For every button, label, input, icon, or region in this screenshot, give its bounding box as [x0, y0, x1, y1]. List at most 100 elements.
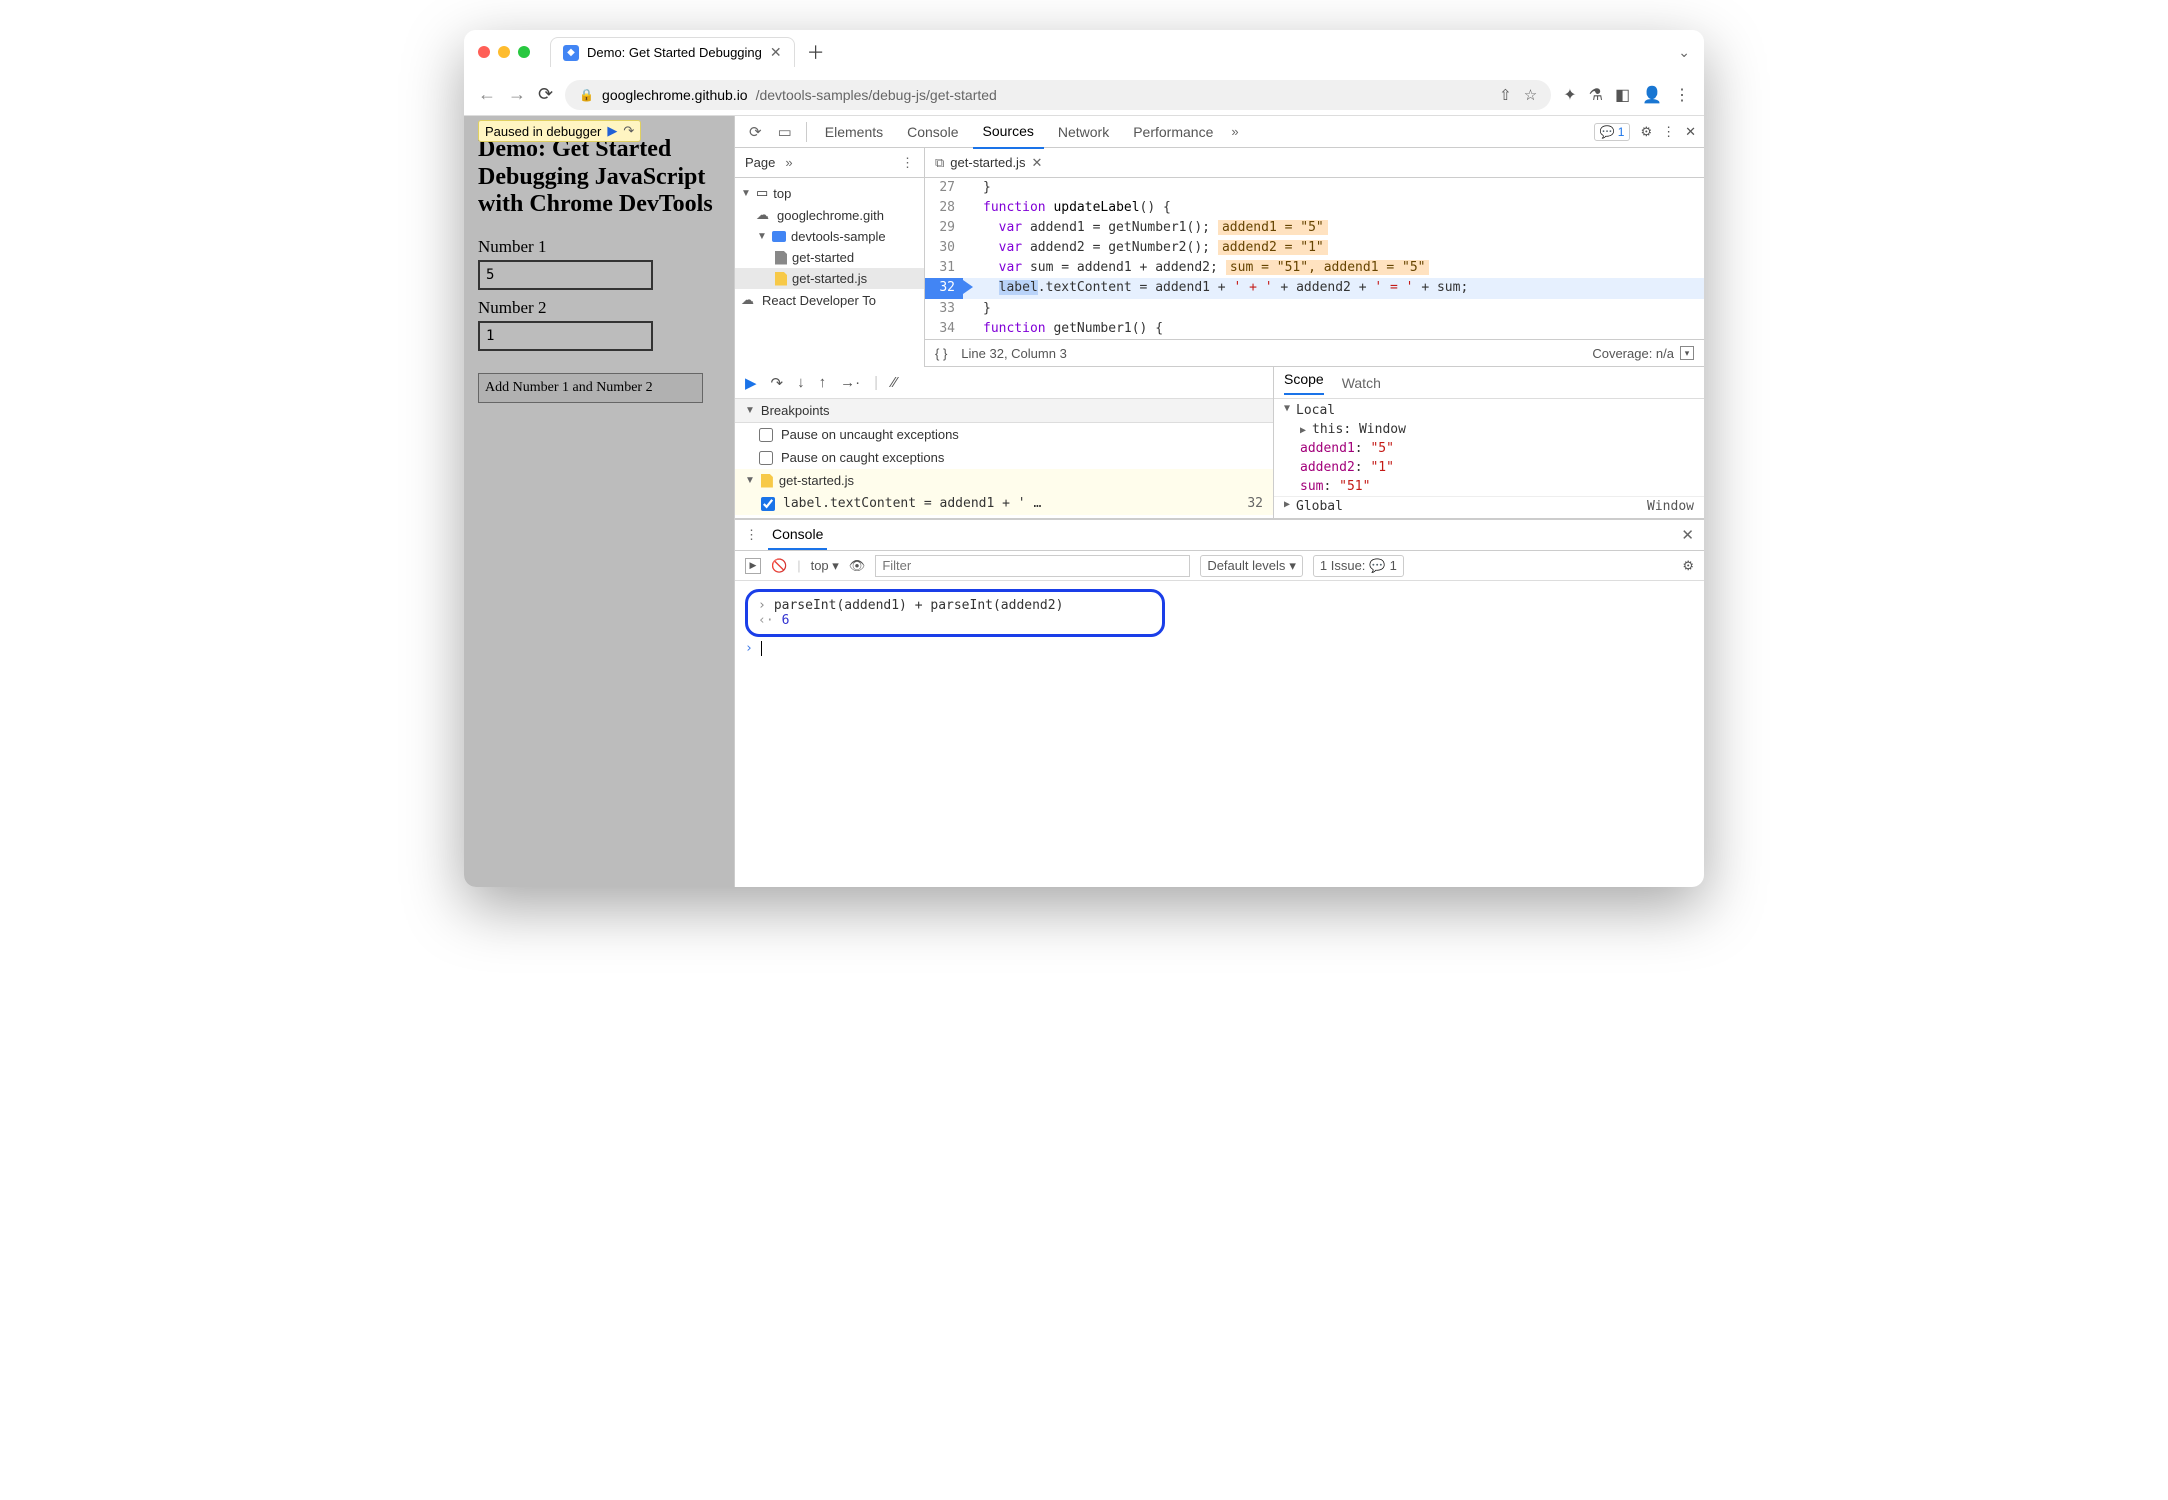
- tab-elements[interactable]: Elements: [815, 116, 893, 148]
- context-selector[interactable]: top ▾: [811, 558, 839, 574]
- breakpoints-header[interactable]: ▼Breakpoints: [735, 399, 1273, 423]
- open-file-tab[interactable]: get-started.js: [950, 155, 1025, 170]
- tab-console[interactable]: Console: [897, 116, 968, 148]
- devtools-tabs: ⟳ ▭ Elements Console Sources Network Per…: [735, 116, 1704, 148]
- close-devtools-icon[interactable]: ✕: [1685, 124, 1696, 140]
- bookmark-icon[interactable]: ☆: [1524, 86, 1537, 104]
- console-caret[interactable]: [761, 641, 762, 656]
- step-over-icon[interactable]: ↷: [623, 123, 634, 139]
- line-number[interactable]: 27: [925, 178, 963, 198]
- sidepanel-icon[interactable]: ◧: [1615, 85, 1630, 105]
- pretty-print-icon[interactable]: { }: [935, 346, 947, 361]
- inspect-icon[interactable]: ⟳: [743, 123, 768, 141]
- line-number[interactable]: 29: [925, 218, 963, 238]
- file-tree: ▼▭ top googlechrome.gith ▼devtools-sampl…: [735, 178, 925, 367]
- window-controls[interactable]: [478, 46, 530, 58]
- breakpoint-line[interactable]: label.textContent = addend1 + ' …32: [735, 492, 1273, 515]
- profile-icon[interactable]: 👤: [1642, 85, 1662, 105]
- device-icon[interactable]: ▭: [772, 123, 798, 141]
- scope-local[interactable]: ▼Local: [1274, 401, 1704, 420]
- share-icon[interactable]: ⇧: [1499, 86, 1512, 104]
- tree-origin[interactable]: googlechrome.gith: [735, 204, 924, 226]
- tabs-overflow-icon[interactable]: ⌄: [1678, 44, 1690, 61]
- tree-react[interactable]: React Developer To: [735, 289, 924, 311]
- step-out-button[interactable]: ↑: [819, 374, 827, 391]
- toolbar: ← → ⟳ 🔒 googlechrome.github.io/devtools-…: [464, 74, 1704, 116]
- settings-icon[interactable]: ⚙: [1640, 124, 1652, 140]
- titlebar: ◆ Demo: Get Started Debugging ✕ ＋ ⌄: [464, 30, 1704, 74]
- log-levels-selector[interactable]: Default levels ▾: [1200, 555, 1303, 577]
- extensions-icon[interactable]: ✦: [1563, 85, 1576, 105]
- issues-button[interactable]: 1 Issue: 💬 1: [1313, 555, 1404, 577]
- step-into-button[interactable]: ↓: [797, 374, 805, 391]
- console-drawer-header: ⋮ Console ✕: [735, 519, 1704, 551]
- tab-sources[interactable]: Sources: [973, 116, 1044, 149]
- close-window-icon[interactable]: [478, 46, 490, 58]
- lock-icon[interactable]: 🔒: [579, 88, 594, 102]
- navigator-more-icon[interactable]: »: [785, 155, 792, 170]
- input-prompt-icon: ›: [745, 641, 753, 656]
- step-over-button[interactable]: ↷: [771, 374, 784, 392]
- navigator-menu-icon[interactable]: ⋮: [901, 155, 914, 171]
- line-number[interactable]: 32: [925, 278, 963, 299]
- number2-input[interactable]: [478, 321, 653, 351]
- close-file-icon[interactable]: ✕: [1031, 155, 1042, 171]
- new-tab-button[interactable]: ＋: [807, 39, 825, 65]
- scope-global[interactable]: ▶GlobalWindow: [1274, 496, 1704, 516]
- scope-tab[interactable]: Scope: [1284, 371, 1324, 395]
- line-number[interactable]: 31: [925, 258, 963, 278]
- reload-button[interactable]: ⟳: [538, 84, 553, 105]
- file-nav-icon[interactable]: ⧉: [935, 155, 944, 171]
- labs-icon[interactable]: ⚗: [1589, 85, 1603, 105]
- drawer-close-icon[interactable]: ✕: [1681, 526, 1694, 544]
- console-output[interactable]: ›parseInt(addend1) + parseInt(addend2) ‹…: [735, 581, 1704, 664]
- resume-button[interactable]: ▶: [745, 374, 757, 392]
- coverage-toggle-icon[interactable]: ▾: [1680, 346, 1694, 360]
- coverage-label: Coverage: n/a: [1592, 346, 1674, 361]
- step-button[interactable]: →·: [840, 374, 860, 391]
- drawer-console-tab[interactable]: Console: [768, 520, 827, 550]
- console-filter-input[interactable]: [875, 555, 1190, 577]
- drawer-menu-icon[interactable]: ⋮: [745, 527, 758, 543]
- line-number[interactable]: 30: [925, 238, 963, 258]
- tree-folder[interactable]: ▼devtools-sample: [735, 226, 924, 247]
- add-button[interactable]: Add Number 1 and Number 2: [478, 373, 703, 403]
- back-button[interactable]: ←: [478, 84, 496, 105]
- line-number[interactable]: 33: [925, 299, 963, 319]
- breakpoint-file[interactable]: ▼get-started.js: [735, 469, 1273, 492]
- live-expression-icon[interactable]: 👁: [849, 558, 866, 574]
- deactivate-breakpoints-button[interactable]: ⁄⁄: [892, 374, 897, 391]
- watch-tab[interactable]: Watch: [1342, 375, 1381, 391]
- console-settings-icon[interactable]: ⚙: [1682, 558, 1694, 574]
- tabs-more-icon[interactable]: »: [1231, 124, 1238, 139]
- pause-uncaught-checkbox[interactable]: Pause on uncaught exceptions: [735, 423, 1273, 446]
- maximize-window-icon[interactable]: [518, 46, 530, 58]
- inline-hint: addend2 = "1": [1218, 240, 1328, 255]
- issues-badge[interactable]: 💬 1: [1594, 123, 1631, 141]
- tab-network[interactable]: Network: [1048, 116, 1119, 148]
- scope-this[interactable]: ▶this: Window: [1274, 420, 1704, 439]
- console-sidebar-icon[interactable]: ▶: [745, 558, 761, 574]
- tree-top[interactable]: ▼▭ top: [735, 182, 924, 204]
- number1-input[interactable]: [478, 260, 653, 290]
- input-prompt-icon: ›: [758, 598, 766, 613]
- tab-performance[interactable]: Performance: [1123, 116, 1223, 148]
- console-clear-icon[interactable]: 🚫: [771, 558, 787, 574]
- execution-pointer-icon: [963, 278, 981, 299]
- tree-file-html[interactable]: get-started: [735, 247, 924, 268]
- pause-caught-checkbox[interactable]: Pause on caught exceptions: [735, 446, 1273, 469]
- tab-close-icon[interactable]: ✕: [770, 44, 782, 61]
- kebab-icon[interactable]: ⋮: [1662, 124, 1675, 140]
- minimize-window-icon[interactable]: [498, 46, 510, 58]
- tab-title: Demo: Get Started Debugging: [587, 45, 762, 60]
- line-number[interactable]: 34: [925, 319, 963, 339]
- code-editor[interactable]: 27} 28function updateLabel() { 29 var ad…: [925, 178, 1704, 367]
- resume-icon[interactable]: ▶: [607, 123, 617, 139]
- address-bar[interactable]: 🔒 googlechrome.github.io/devtools-sample…: [565, 80, 1551, 110]
- page-heading: Demo: Get Started Debugging JavaScript w…: [478, 136, 720, 219]
- menu-icon[interactable]: ⋮: [1674, 85, 1690, 105]
- browser-tab[interactable]: ◆ Demo: Get Started Debugging ✕: [550, 37, 795, 67]
- tree-file-js[interactable]: get-started.js: [735, 268, 924, 289]
- line-number[interactable]: 28: [925, 198, 963, 218]
- navigator-page-tab[interactable]: Page: [745, 155, 775, 170]
